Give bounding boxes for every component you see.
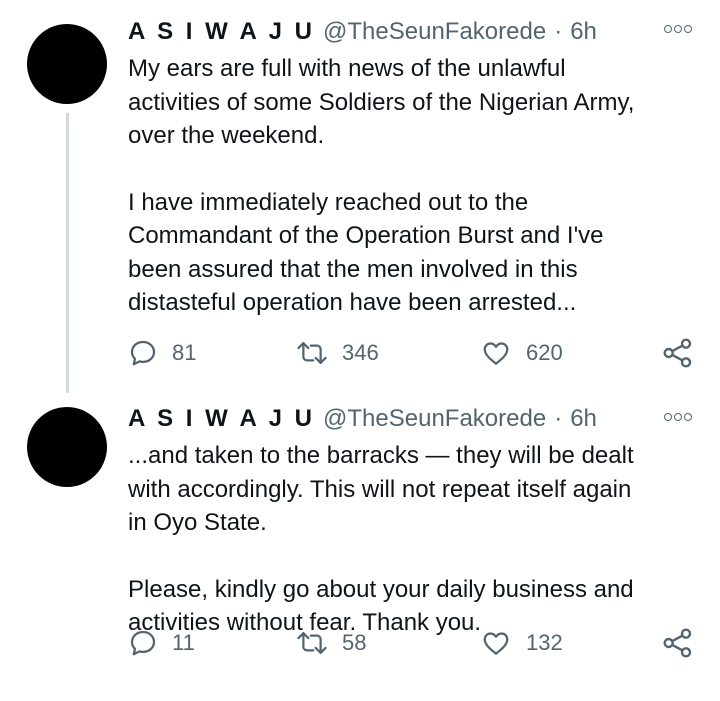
tweet-text: My ears are full with news of the unlawf… <box>128 52 698 320</box>
tweet-1[interactable]: A S I W A J U @TheSeunFakorede · 6h My e… <box>0 0 720 395</box>
like-icon <box>483 632 509 655</box>
reply-icon <box>130 630 156 656</box>
display-name[interactable]: A S I W A J U <box>128 405 315 433</box>
separator-dot: · <box>554 18 563 45</box>
retweet-count: 346 <box>342 340 379 365</box>
like-icon <box>483 342 509 365</box>
reply-button[interactable]: 81 <box>128 335 196 371</box>
tweet-actions: 81 346 620 <box>128 335 694 371</box>
more-icon[interactable] <box>664 25 692 33</box>
user-handle[interactable]: @TheSeunFakorede <box>323 405 546 433</box>
timestamp[interactable]: 6h <box>570 18 597 46</box>
tweet-2[interactable]: A S I W A J U @TheSeunFakorede · 6h ...a… <box>0 395 720 701</box>
like-button[interactable]: 620 <box>480 335 563 371</box>
reply-count: 81 <box>172 340 197 365</box>
like-count: 620 <box>526 340 563 365</box>
tweet-text: ...and taken to the barracks — they will… <box>128 439 698 640</box>
reply-icon <box>130 340 156 366</box>
tweet-header: A S I W A J U @TheSeunFakorede · 6h <box>128 405 668 435</box>
reply-count: 11 <box>172 630 195 655</box>
avatar[interactable] <box>27 24 107 104</box>
like-button[interactable]: 132 <box>480 625 563 661</box>
display-name[interactable]: A S I W A J U <box>128 18 315 46</box>
like-count: 132 <box>526 630 563 655</box>
share-icon <box>663 338 692 368</box>
avatar[interactable] <box>27 407 107 487</box>
more-icon[interactable] <box>664 413 692 421</box>
share-button[interactable] <box>662 625 694 661</box>
share-icon <box>663 628 692 658</box>
tweet-header: A S I W A J U @TheSeunFakorede · 6h <box>128 18 668 48</box>
retweet-icon <box>297 342 327 364</box>
share-button[interactable] <box>662 335 694 371</box>
separator-dot: · <box>554 405 563 432</box>
retweet-icon <box>297 632 327 654</box>
retweet-button[interactable]: 346 <box>296 335 379 371</box>
user-handle[interactable]: @TheSeunFakorede <box>323 18 546 46</box>
reply-button[interactable]: 11 <box>128 625 195 661</box>
tweet-paragraph: I have immediately reached out to the Co… <box>128 188 604 317</box>
retweet-count: 58 <box>342 630 367 655</box>
tweet-paragraph: My ears are full with news of the unlawf… <box>128 55 635 149</box>
tweet-paragraph: ...and taken to the barracks — they will… <box>128 442 634 536</box>
tweet-actions: 11 58 132 <box>128 625 694 661</box>
timestamp[interactable]: 6h <box>570 405 597 433</box>
retweet-button[interactable]: 58 <box>296 625 366 661</box>
